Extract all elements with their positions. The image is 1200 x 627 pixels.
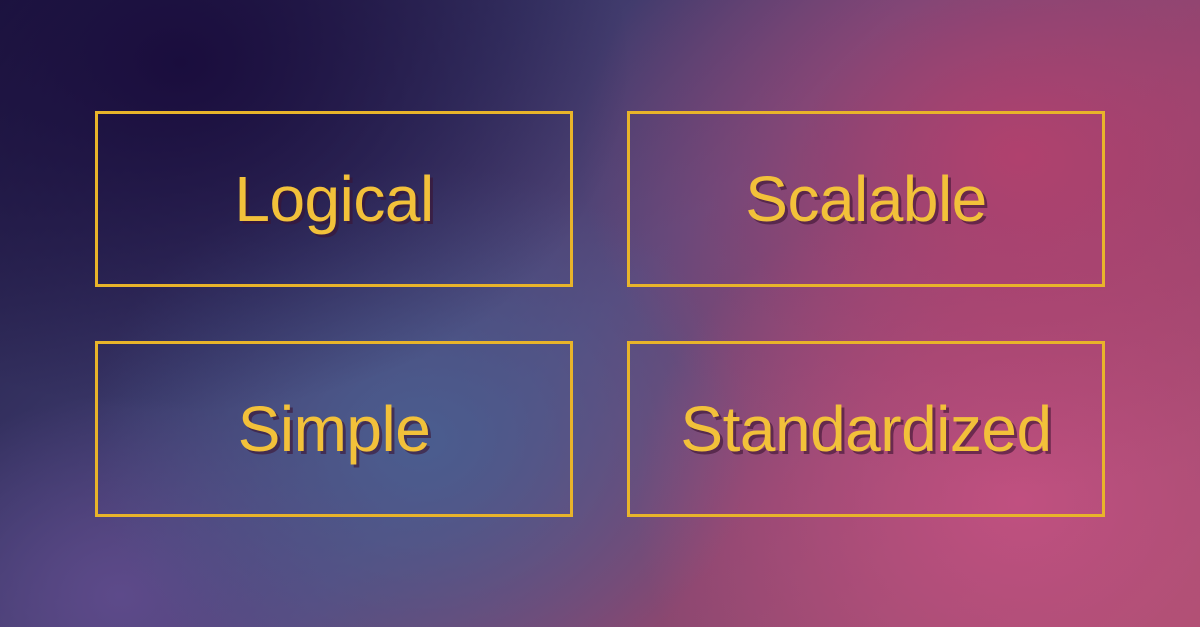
card-label: Standardized bbox=[680, 392, 1051, 466]
card-label: Logical bbox=[234, 162, 433, 236]
gradient-canvas: Logical Scalable Simple Standardized bbox=[0, 0, 1200, 627]
card-label: Scalable bbox=[745, 162, 987, 236]
card-grid: Logical Scalable Simple Standardized bbox=[95, 111, 1105, 517]
card-simple: Simple bbox=[95, 341, 573, 517]
card-logical: Logical bbox=[95, 111, 573, 287]
card-scalable: Scalable bbox=[627, 111, 1105, 287]
card-label: Simple bbox=[238, 392, 431, 466]
card-standardized: Standardized bbox=[627, 341, 1105, 517]
